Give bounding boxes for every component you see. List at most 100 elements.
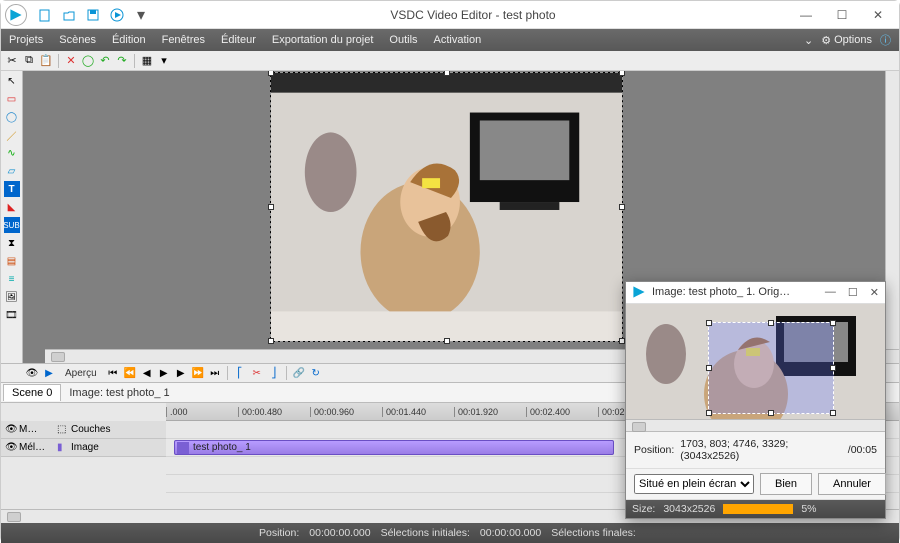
dialog-title: Image: test photo_ 1. Orig… xyxy=(652,286,825,298)
menu-scenes[interactable]: Scènes xyxy=(59,34,96,46)
dropdown-icon[interactable]: ▾ xyxy=(157,54,171,68)
go-end-icon[interactable]: ⏭ xyxy=(208,366,222,380)
ok-button[interactable]: Bien xyxy=(760,473,812,495)
edit-toolbar: ✂ ⧉ 📋 ✕ ◯ ↶ ↷ ▦ ▾ xyxy=(1,51,899,71)
tool-line-icon[interactable]: ／ xyxy=(4,127,20,143)
ruler-tick: 00:00.960 xyxy=(310,407,382,417)
dialog-pos-label: Position: xyxy=(634,444,674,456)
dialog-close-button[interactable]: ✕ xyxy=(870,286,879,299)
step-fwd2-icon[interactable]: ⏩ xyxy=(191,366,205,380)
left-toolbox: ↖ ▭ ◯ ／ ∿ ▱ T ◣ SUB ⧗ ▤ ≡ 🖼 🎞 xyxy=(1,71,23,363)
undo-icon[interactable]: ↶ xyxy=(98,54,112,68)
go-start-icon[interactable]: ⏮ xyxy=(106,366,120,380)
delete-icon[interactable]: ✕ xyxy=(64,54,78,68)
chevron-down-icon[interactable]: ⌄ xyxy=(804,34,813,47)
ruler-tick: 00:00.480 xyxy=(238,407,310,417)
ruler-tick: 00:01.440 xyxy=(382,407,454,417)
cancel-button[interactable]: Annuler xyxy=(818,473,886,495)
app-logo xyxy=(5,4,27,26)
info-icon[interactable]: ⓘ xyxy=(880,32,891,48)
track-blend[interactable]: Mél… xyxy=(19,442,53,453)
dialog-logo-icon xyxy=(632,285,646,299)
status-pos-value: 00:00:00.000 xyxy=(309,527,370,539)
track-type: Image xyxy=(71,442,99,453)
menubar: Projets Scènes Édition Fenêtres Éditeur … xyxy=(1,29,899,51)
step-back-icon[interactable]: ◀ xyxy=(140,366,154,380)
zoom-pct: 5% xyxy=(801,503,816,515)
menu-projets[interactable]: Projets xyxy=(9,34,43,46)
window-title: VSDC Video Editor - test photo xyxy=(149,8,797,22)
step-back2-icon[interactable]: ⏪ xyxy=(123,366,137,380)
statusbar: Position: 00:00:00.000 Sélections initia… xyxy=(1,523,899,543)
tool-cursor-icon[interactable]: ↖ xyxy=(4,73,20,89)
transport-play-icon[interactable]: ▶ xyxy=(42,366,56,380)
mark-out-icon[interactable]: ⎦ xyxy=(267,366,281,380)
crop-selection[interactable] xyxy=(708,322,834,414)
redo-icon[interactable]: ↷ xyxy=(115,54,129,68)
step-fwd-icon[interactable]: ▶ xyxy=(174,366,188,380)
fit-mode-select[interactable]: Situé en plein écran xyxy=(634,474,754,494)
tool-image-icon[interactable]: 🖼 xyxy=(4,289,20,305)
tool-tooltip-icon[interactable]: ◣ xyxy=(4,199,20,215)
tool-text-icon[interactable]: T xyxy=(4,181,20,197)
transport-view-icon[interactable]: 👁 xyxy=(25,366,39,380)
status-pos-label: Position: xyxy=(259,527,299,539)
canvas-frame[interactable] xyxy=(270,72,623,342)
copy-icon[interactable]: ⧉ xyxy=(22,54,36,68)
ruler-tick: 00:01.920 xyxy=(454,407,526,417)
split-icon[interactable]: ✂ xyxy=(250,366,264,380)
tool-ellipse-icon[interactable]: ◯ xyxy=(4,109,20,125)
dialog-maximize-button[interactable]: ☐ xyxy=(848,286,858,299)
preview-label: Aperçu xyxy=(65,368,97,379)
ruler-tick: .000 xyxy=(166,407,238,417)
qat-open-icon[interactable] xyxy=(61,7,77,23)
tool-chart-icon[interactable]: ▤ xyxy=(4,253,20,269)
qat-new-icon[interactable] xyxy=(37,7,53,23)
tool-audio-icon[interactable]: ≡ xyxy=(4,271,20,287)
status-sel2-label: Sélections finales: xyxy=(551,527,636,539)
dialog-hscroll[interactable] xyxy=(626,419,885,432)
menu-editeur[interactable]: Éditeur xyxy=(221,34,256,46)
scissors-icon[interactable]: ✂ xyxy=(5,54,19,68)
menu-export[interactable]: Exportation du projet xyxy=(272,34,374,46)
canvas-vscroll[interactable] xyxy=(885,71,899,349)
dialog-preview[interactable] xyxy=(626,304,885,419)
tool-video-icon[interactable]: 🎞 xyxy=(4,307,20,323)
tool-poly-icon[interactable]: ▱ xyxy=(4,163,20,179)
play-icon[interactable]: ▶ xyxy=(157,366,171,380)
options-label: Options xyxy=(834,34,872,46)
dialog-minimize-button[interactable]: — xyxy=(825,286,836,299)
tool-curve-icon[interactable]: ∿ xyxy=(4,145,20,161)
timeline-clip[interactable]: test photo_ 1 xyxy=(174,440,614,455)
dialog-statusbar: Size: 3043x2526 5% xyxy=(626,500,885,518)
progress-bar xyxy=(723,504,793,514)
clip-label: test photo_ 1 xyxy=(193,442,251,453)
track-headers: 👁 M… ⬚ Couches 👁 Mél… ▮ Image xyxy=(1,421,166,457)
ruler-tick: 00:02.400 xyxy=(526,407,598,417)
tool-counter-icon[interactable]: ⧗ xyxy=(4,235,20,251)
menu-fenetres[interactable]: Fenêtres xyxy=(162,34,205,46)
mark-in-icon[interactable]: ⎡ xyxy=(233,366,247,380)
link-icon[interactable]: 🔗 xyxy=(292,366,306,380)
minimize-button[interactable]: — xyxy=(797,8,815,22)
dialog-size-value: 3043x2526 xyxy=(663,503,715,515)
gear-icon[interactable]: ⚙ Options xyxy=(821,34,872,47)
accept-icon[interactable]: ◯ xyxy=(81,54,95,68)
tool-rect-icon[interactable]: ▭ xyxy=(4,91,20,107)
close-button[interactable]: ✕ xyxy=(869,8,887,22)
menu-activation[interactable]: Activation xyxy=(434,34,482,46)
scene-tab-0[interactable]: Scene 0 xyxy=(3,384,61,401)
image-crop-dialog: Image: test photo_ 1. Orig… — ☐ ✕ Positi… xyxy=(625,281,886,519)
scene-crumb: Image: test photo_ 1 xyxy=(69,387,169,399)
maximize-button[interactable]: ☐ xyxy=(833,8,851,22)
qat-dropdown-icon[interactable]: ▾ xyxy=(133,7,149,23)
menu-edition[interactable]: Édition xyxy=(112,34,146,46)
align-icon[interactable]: ▦ xyxy=(140,54,154,68)
loop-icon[interactable]: ↻ xyxy=(309,366,323,380)
menu-outils[interactable]: Outils xyxy=(389,34,417,46)
qat-save-icon[interactable] xyxy=(85,7,101,23)
paste-icon[interactable]: 📋 xyxy=(39,54,53,68)
tool-sub-icon[interactable]: SUB xyxy=(4,217,20,233)
qat-play-icon[interactable] xyxy=(109,7,125,23)
status-sel1-label: Sélections initiales: xyxy=(381,527,470,539)
